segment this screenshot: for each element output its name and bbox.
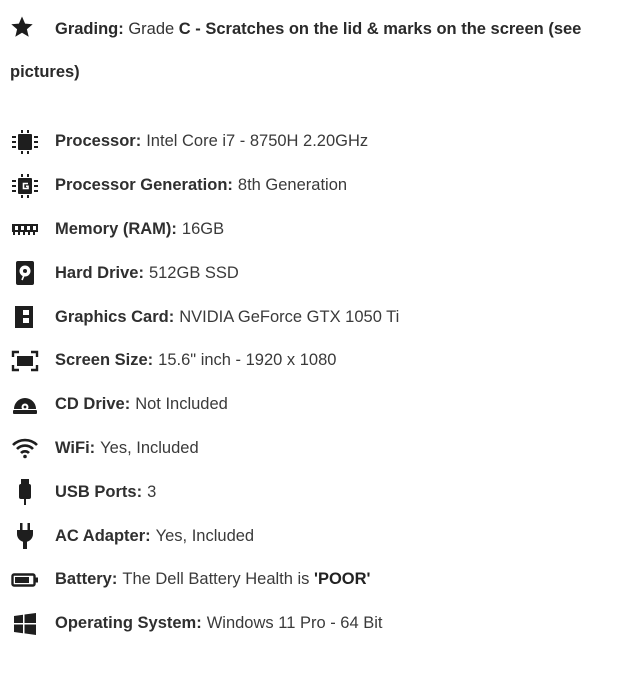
memory-icon <box>10 216 40 242</box>
spec-list: Processor: Intel Core i7 - 8750H 2.20GHz… <box>10 120 610 646</box>
spec-value: 16GB <box>181 219 225 238</box>
spec-value: 512GB SSD <box>148 263 239 282</box>
spec-wifi: WiFi: Yes, Included <box>10 427 610 471</box>
usb-icon <box>10 479 40 506</box>
spec-processor-generation: Processor Generation: 8th Generation <box>10 164 610 208</box>
spec-label: Graphics Card: <box>55 307 175 326</box>
cpu-icon <box>10 129 40 155</box>
spec-label: USB Ports: <box>55 482 143 501</box>
spec-label: Operating System: <box>55 614 202 633</box>
spec-label: WiFi: <box>55 438 96 457</box>
wifi-icon <box>10 435 40 461</box>
grade-prefix: Grade <box>128 20 175 38</box>
battery-health-status: 'POOR' <box>314 570 371 589</box>
spec-label: Processor: <box>55 132 142 151</box>
spec-value: 3 <box>147 482 157 501</box>
spec-processor: Processor: Intel Core i7 - 8750H 2.20GHz <box>10 120 610 164</box>
spec-operating-system: Operating System: Windows 11 Pro - 64 Bi… <box>10 602 610 646</box>
hard-drive-icon <box>10 260 40 286</box>
spec-value: Yes, Included <box>155 526 255 545</box>
spec-value: Intel Core i7 - 8750H 2.20GHz <box>146 132 369 151</box>
spec-value: Windows 11 Pro - 64 Bit <box>206 614 383 633</box>
spec-label: Screen Size: <box>55 351 154 370</box>
screen-size-icon <box>10 348 40 374</box>
cpu-generation-icon <box>10 173 40 199</box>
spec-cd-drive: CD Drive: Not Included <box>10 383 610 427</box>
spec-label: CD Drive: <box>55 395 131 414</box>
spec-label: AC Adapter: <box>55 526 151 545</box>
spec-value: NVIDIA GeForce GTX 1050 Ti <box>179 307 400 326</box>
battery-icon <box>10 567 40 593</box>
spec-value: 15.6" inch - 1920 x 1080 <box>158 351 337 370</box>
spec-screen-size: Screen Size: 15.6" inch - 1920 x 1080 <box>10 339 610 383</box>
graphics-card-icon <box>10 304 40 330</box>
spec-ac-adapter: AC Adapter: Yes, Included <box>10 514 610 558</box>
cd-drive-icon <box>10 392 40 418</box>
spec-usb-ports: USB Ports: 3 <box>10 470 610 514</box>
spec-graphics-card: Graphics Card: NVIDIA GeForce GTX 1050 T… <box>10 295 610 339</box>
spec-battery: Battery: The Dell Battery Health is 'POO… <box>10 558 610 602</box>
spec-value: 8th Generation <box>237 176 348 195</box>
windows-icon <box>10 611 40 637</box>
spec-memory: Memory (RAM): 16GB <box>10 208 610 252</box>
spec-label: Processor Generation: <box>55 176 233 195</box>
grading-section: Grading: Grade C - Scratches on the lid … <box>10 8 610 94</box>
ac-adapter-icon <box>10 523 40 550</box>
spec-value: The Dell Battery Health is 'POOR' <box>122 570 370 589</box>
spec-label: Battery: <box>55 570 118 589</box>
star-icon <box>10 13 34 37</box>
spec-label: Memory (RAM): <box>55 219 177 238</box>
grading-label: Grading: <box>55 20 124 38</box>
battery-value-text: The Dell Battery Health is <box>122 570 310 589</box>
spec-value: Yes, Included <box>100 438 199 457</box>
spec-label: Hard Drive: <box>55 263 144 282</box>
spec-hard-drive: Hard Drive: 512GB SSD <box>10 251 610 295</box>
spec-value: Not Included <box>135 395 228 414</box>
